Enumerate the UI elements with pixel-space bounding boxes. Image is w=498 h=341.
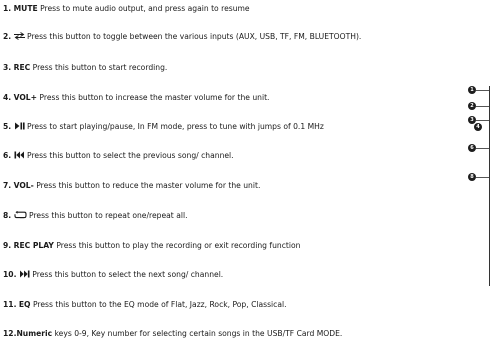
item-10: 10. Press this button to select the next… <box>3 270 223 279</box>
callout-6: 6 <box>468 144 476 152</box>
item-number: 2. <box>3 32 12 41</box>
key-label: Numeric <box>16 329 53 338</box>
item-number: 10. <box>3 270 17 279</box>
callout-2: 2 <box>468 102 476 110</box>
item-description: Press this button to repeat one/repeat a… <box>26 211 188 220</box>
item-description: Press to mute audio output, and press ag… <box>37 4 250 13</box>
callout-1: 1 <box>468 86 476 94</box>
item-4: 4. VOL+ Press this button to increase th… <box>3 93 269 102</box>
callout-label: 8 <box>470 174 474 180</box>
item-description: Press this button to select the next son… <box>29 270 224 279</box>
item-number: 1. <box>3 4 12 13</box>
item-description: Press this button to reduce the master v… <box>33 181 261 190</box>
previous-icon <box>14 151 25 159</box>
callout-label: 6 <box>470 145 474 151</box>
item-description: Press to start playing/pause, In FM mode… <box>24 122 324 131</box>
item-3: 3. REC Press this button to start record… <box>3 63 167 72</box>
callout-leader <box>476 106 489 107</box>
item-description: Press this button to start recording. <box>30 63 168 72</box>
item-description: Press this button to toggle between the … <box>24 32 362 41</box>
item-number: 9. <box>3 241 12 250</box>
play-pause-icon <box>14 122 25 130</box>
next-icon <box>19 270 30 278</box>
item-description: keys 0-9, Key number for selecting certa… <box>52 329 343 338</box>
key-label: REC <box>13 63 31 72</box>
item-number: 12. <box>3 329 17 338</box>
item-number: 6. <box>3 151 12 160</box>
key-label: EQ <box>18 300 31 309</box>
callout-label: 4 <box>476 124 480 130</box>
item-description: Press this button to increase the master… <box>37 93 270 102</box>
item-6: 6. Press this button to select the previ… <box>3 151 234 160</box>
callout-label: 1 <box>470 87 474 93</box>
callout-4: 4 <box>474 123 482 131</box>
callout-label: 3 <box>470 117 474 123</box>
item-2: 2. Press this button to toggle between t… <box>3 32 361 41</box>
item-number: 3. <box>3 63 12 72</box>
key-label: VOL- <box>13 181 34 190</box>
item-1: 1. MUTE Press to mute audio output, and … <box>3 4 250 13</box>
callout-leader <box>476 90 489 91</box>
item-8: 8. Press this button to repeat one/repea… <box>3 211 187 220</box>
item-number: 8. <box>3 211 12 220</box>
key-label: REC PLAY <box>13 241 54 250</box>
remote-edge-line <box>489 86 490 286</box>
callout-leader <box>476 177 489 178</box>
item-description: Press this button to play the recording … <box>53 241 301 250</box>
item-9: 9. REC PLAY Press this button to play th… <box>3 241 300 250</box>
item-number: 7. <box>3 181 12 190</box>
item-number: 4. <box>3 93 12 102</box>
key-label: MUTE <box>13 4 38 13</box>
item-description: Press this button to the EQ mode of Flat… <box>30 300 287 309</box>
item-number: 5. <box>3 122 12 131</box>
callout-8: 8 <box>468 173 476 181</box>
callout-leader <box>476 120 489 121</box>
callout-label: 2 <box>470 103 474 109</box>
toggle-arrows-icon <box>13 32 25 40</box>
item-description: Press this button to select the previous… <box>24 151 234 160</box>
item-7: 7. VOL- Press this button to reduce the … <box>3 181 260 190</box>
repeat-icon <box>14 211 27 219</box>
callout-leader <box>476 148 489 149</box>
item-11: 11. EQ Press this button to the EQ mode … <box>3 300 287 309</box>
item-12: 12.Numeric keys 0-9, Key number for sele… <box>3 329 342 338</box>
item-5: 5. Press to start playing/pause, In FM m… <box>3 122 324 131</box>
key-label: VOL+ <box>13 93 37 102</box>
item-number: 11. <box>3 300 17 309</box>
